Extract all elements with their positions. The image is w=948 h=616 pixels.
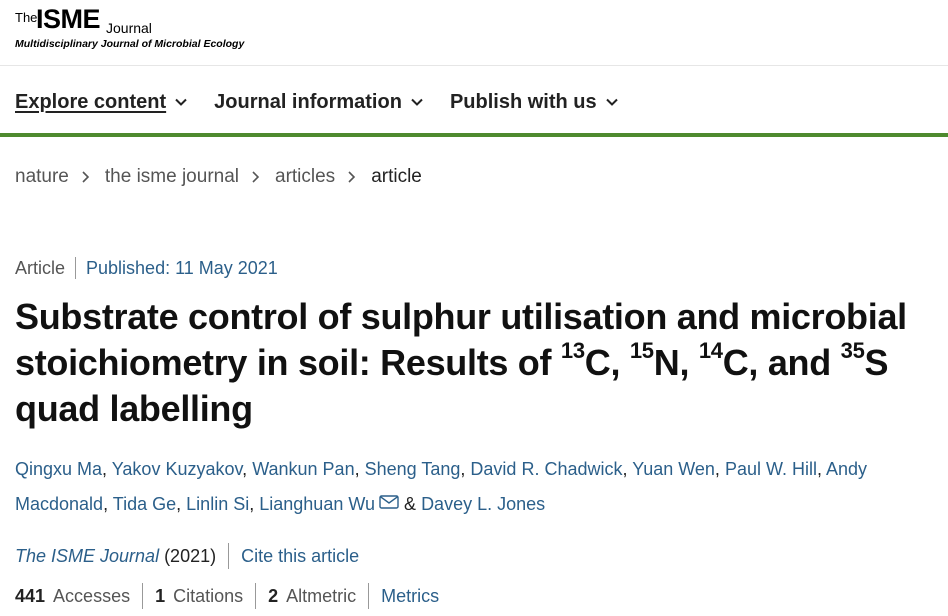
metrics-bar: 441 Accesses 1 Citations 2 Altmetric Met… xyxy=(15,583,439,609)
main-nav: Explore content Journal information Publ… xyxy=(15,88,645,116)
altmetric-count: 2 xyxy=(268,585,279,606)
logo-the: The xyxy=(15,10,38,25)
journal-name-link[interactable]: The ISME Journal xyxy=(15,546,159,567)
author-separator: , xyxy=(816,459,822,479)
author-list: Qingxu Ma, Yakov Kuzyakov, Wankun Pan, S… xyxy=(15,452,940,522)
logo-subtitle: Multidisciplinary Journal of Microbial E… xyxy=(15,38,245,50)
citation-line: The ISME Journal (2021) Cite this articl… xyxy=(15,543,359,569)
article-type: Article xyxy=(15,257,66,278)
author-ampersand: & xyxy=(404,494,417,514)
author-link[interactable]: Tida Ge xyxy=(113,494,176,514)
altmetric-label: Altmetric xyxy=(286,585,357,606)
title-text: C, xyxy=(584,342,630,383)
citations-count: 1 xyxy=(155,585,166,606)
accesses-count: 441 xyxy=(15,585,46,606)
author-link[interactable]: David R. Chadwick xyxy=(470,459,622,479)
logo-isme: ISME xyxy=(36,4,101,34)
chevron-down-icon xyxy=(411,98,423,106)
author-separator: , xyxy=(103,494,109,514)
author-separator: , xyxy=(249,494,255,514)
nav-journal-information[interactable]: Journal information xyxy=(214,91,424,114)
title-superscript: 13 xyxy=(560,338,585,363)
accesses-label: Accesses xyxy=(53,585,131,606)
chevron-right-icon xyxy=(252,171,260,183)
logo-journal: Journal xyxy=(106,20,152,36)
metrics-link[interactable]: Metrics xyxy=(381,586,439,607)
breadcrumb-nature[interactable]: nature xyxy=(15,166,69,188)
author-link[interactable]: Yuan Wen xyxy=(632,459,715,479)
chevron-down-icon xyxy=(605,98,618,106)
chevron-down-icon xyxy=(175,98,187,106)
author-link[interactable]: Sheng Tang xyxy=(365,459,461,479)
author-link[interactable]: Qingxu Ma xyxy=(15,459,102,479)
publication-year: (2021) xyxy=(164,545,217,566)
author-link[interactable]: Paul W. Hill xyxy=(725,459,817,479)
nav-publish-with-us[interactable]: Publish with us xyxy=(450,91,619,114)
author-separator: , xyxy=(102,459,108,479)
author-link[interactable]: Linlin Si xyxy=(186,494,249,514)
author-link[interactable]: Davey L. Jones xyxy=(421,494,545,514)
title-superscript: 15 xyxy=(629,338,654,363)
divider xyxy=(228,543,230,569)
author-separator: , xyxy=(242,459,248,479)
breadcrumb-articles[interactable]: articles xyxy=(275,166,335,188)
nav-explore-content[interactable]: Explore content xyxy=(15,91,188,114)
author-link[interactable]: Yakov Kuzyakov xyxy=(112,459,242,479)
divider xyxy=(142,583,144,609)
title-superscript: 35 xyxy=(840,338,865,363)
author-link[interactable]: Wankun Pan xyxy=(252,459,354,479)
breadcrumb-article: article xyxy=(371,166,422,187)
nav-label: Journal information xyxy=(214,90,402,113)
author-separator: , xyxy=(354,459,360,479)
chevron-right-icon xyxy=(348,171,356,183)
divider xyxy=(368,583,370,609)
article-meta: Article Published: 11 May 2021 xyxy=(15,257,278,279)
title-text: N, xyxy=(653,342,699,383)
author-link[interactable]: Lianghuan Wu xyxy=(259,494,375,514)
article-title: Substrate control of sulphur utilisation… xyxy=(15,294,935,432)
published-date[interactable]: Published: 11 May 2021 xyxy=(86,258,278,279)
divider xyxy=(255,583,257,609)
breadcrumb-isme-journal[interactable]: the isme journal xyxy=(105,166,239,188)
title-text: C, and xyxy=(722,342,841,383)
mail-icon[interactable] xyxy=(379,495,399,509)
author-separator: , xyxy=(622,459,628,479)
author-separator: , xyxy=(176,494,182,514)
cite-this-article-link[interactable]: Cite this article xyxy=(241,546,359,567)
nav-accent-rule xyxy=(0,133,948,137)
breadcrumb: nature the isme journal articles article xyxy=(15,166,422,188)
citations-label: Citations xyxy=(173,585,244,606)
nav-label: Publish with us xyxy=(449,90,597,113)
meta-divider xyxy=(75,257,77,279)
nav-label: Explore content xyxy=(15,90,167,113)
header-divider xyxy=(0,65,948,66)
author-separator: , xyxy=(714,459,720,479)
author-separator: , xyxy=(460,459,466,479)
title-superscript: 14 xyxy=(698,338,723,363)
chevron-right-icon xyxy=(82,171,90,183)
